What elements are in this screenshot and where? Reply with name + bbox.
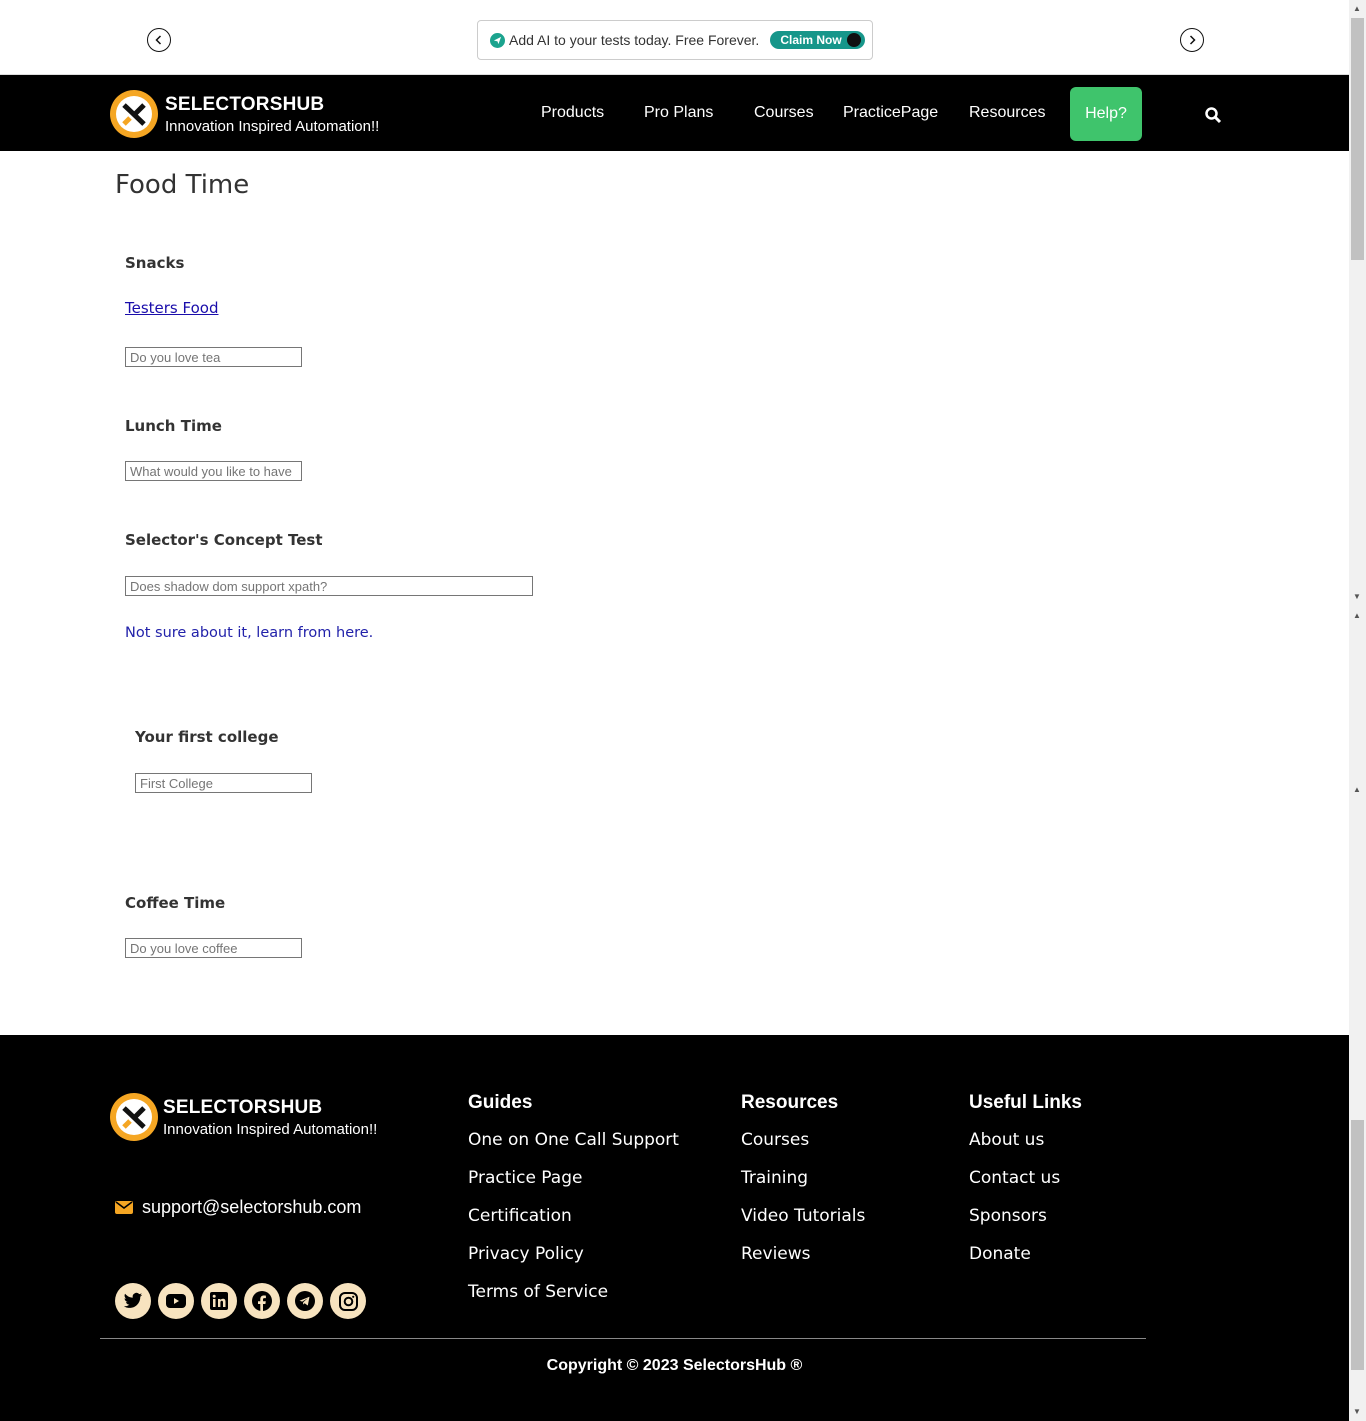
- footer-link-contact-us[interactable]: Contact us: [969, 1168, 1060, 1188]
- site-header: SELECTORSHUB Innovation Inspired Automat…: [0, 75, 1349, 151]
- support-email: support@selectorshub.com: [142, 1197, 362, 1217]
- footer-brand-subtitle: Innovation Inspired Automation!!: [163, 1120, 378, 1138]
- footer-link-about-us[interactable]: About us: [969, 1130, 1044, 1150]
- tea-input[interactable]: [125, 347, 302, 367]
- brand-title: SELECTORSHUB: [165, 93, 325, 115]
- testers-food-link[interactable]: Testers Food: [125, 299, 219, 317]
- nav-pro-plans[interactable]: Pro Plans: [644, 104, 713, 122]
- footer-brand-title: SELECTORSHUB: [163, 1096, 323, 1118]
- guides-heading: Guides: [468, 1092, 533, 1113]
- footer-link-video-tutorials[interactable]: Video Tutorials: [741, 1206, 865, 1226]
- footer-link-privacy-policy[interactable]: Privacy Policy: [468, 1244, 584, 1264]
- brand-subtitle: Innovation Inspired Automation!!: [165, 117, 380, 135]
- brand-logo[interactable]: SELECTORSHUB Innovation Inspired Automat…: [110, 90, 379, 138]
- linkedin-icon[interactable]: [201, 1283, 237, 1319]
- facebook-icon[interactable]: [244, 1283, 280, 1319]
- footer-link-donate[interactable]: Donate: [969, 1244, 1031, 1264]
- social-links: [115, 1283, 366, 1319]
- coffee-time-label: Coffee Time: [125, 894, 226, 912]
- mail-icon: [115, 1201, 133, 1214]
- nav-courses[interactable]: Courses: [754, 104, 814, 122]
- footer-link-terms[interactable]: Terms of Service: [468, 1282, 608, 1302]
- help-button[interactable]: Help?: [1070, 87, 1142, 141]
- shadow-dom-input[interactable]: [125, 576, 533, 596]
- resources-heading: Resources: [741, 1092, 839, 1113]
- concept-test-label: Selector's Concept Test: [125, 531, 323, 549]
- footer-link-reviews[interactable]: Reviews: [741, 1244, 811, 1264]
- promo-text: Add AI to your tests today. Free Forever…: [509, 32, 760, 48]
- support-email-link[interactable]: support@selectorshub.com: [115, 1197, 361, 1218]
- nav-products[interactable]: Products: [541, 104, 604, 122]
- site-footer: SELECTORSHUB Innovation Inspired Automat…: [0, 1035, 1349, 1421]
- scroll-up-icon[interactable]: ▲: [1353, 4, 1361, 13]
- telegram-icon[interactable]: [287, 1283, 323, 1319]
- claim-now-button[interactable]: Claim Now: [770, 31, 865, 49]
- instagram-icon[interactable]: [330, 1283, 366, 1319]
- page-title: Food Time: [115, 170, 250, 200]
- cursor-icon: [846, 33, 861, 47]
- nav-practice-page[interactable]: PracticePage: [843, 104, 938, 122]
- scrollbar-thumb[interactable]: [1351, 18, 1364, 260]
- snacks-label: Snacks: [125, 254, 185, 272]
- carousel-next-button[interactable]: [1180, 28, 1204, 52]
- page-scrollbar[interactable]: ▲ ▼ ▲ ▲ ▼: [1349, 0, 1366, 1421]
- footer-link-call-support[interactable]: One on One Call Support: [468, 1130, 679, 1150]
- nav-resources[interactable]: Resources: [969, 104, 1045, 122]
- useful-links-heading: Useful Links: [969, 1092, 1082, 1113]
- twitter-icon[interactable]: [115, 1283, 151, 1319]
- footer-link-sponsors[interactable]: Sponsors: [969, 1206, 1047, 1226]
- promo-banner: Add AI to your tests today. Free Forever…: [477, 20, 873, 60]
- scroll-down-icon[interactable]: ▼: [1353, 1407, 1361, 1416]
- footer-logo-icon: [110, 1093, 158, 1141]
- announcement-bar: Add AI to your tests today. Free Forever…: [0, 0, 1349, 75]
- first-college-input[interactable]: [135, 773, 312, 793]
- logo-icon: [110, 90, 158, 138]
- search-icon[interactable]: [1204, 106, 1222, 124]
- footer-link-training[interactable]: Training: [741, 1168, 808, 1188]
- youtube-icon[interactable]: [158, 1283, 194, 1319]
- first-college-label: Your first college: [135, 728, 279, 746]
- footer-link-courses[interactable]: Courses: [741, 1130, 809, 1150]
- chevron-right-icon: [1189, 35, 1196, 45]
- copyright-text: Copyright © 2023 SelectorsHub ®: [546, 1357, 803, 1374]
- footer-divider: [100, 1338, 1146, 1339]
- lunch-time-label: Lunch Time: [125, 417, 222, 435]
- chevron-left-icon: [155, 35, 162, 45]
- lunch-input[interactable]: [125, 461, 302, 481]
- claim-now-label: Claim Now: [780, 33, 842, 47]
- footer-link-practice-page[interactable]: Practice Page: [468, 1168, 582, 1188]
- footer-brand-logo[interactable]: SELECTORSHUB Innovation Inspired Automat…: [110, 1093, 377, 1141]
- coffee-input[interactable]: [125, 938, 302, 958]
- carousel-prev-button[interactable]: [147, 28, 171, 52]
- send-icon: [490, 32, 505, 48]
- footer-link-certification[interactable]: Certification: [468, 1206, 572, 1226]
- learn-from-here-link[interactable]: Not sure about it, learn from here.: [125, 625, 373, 641]
